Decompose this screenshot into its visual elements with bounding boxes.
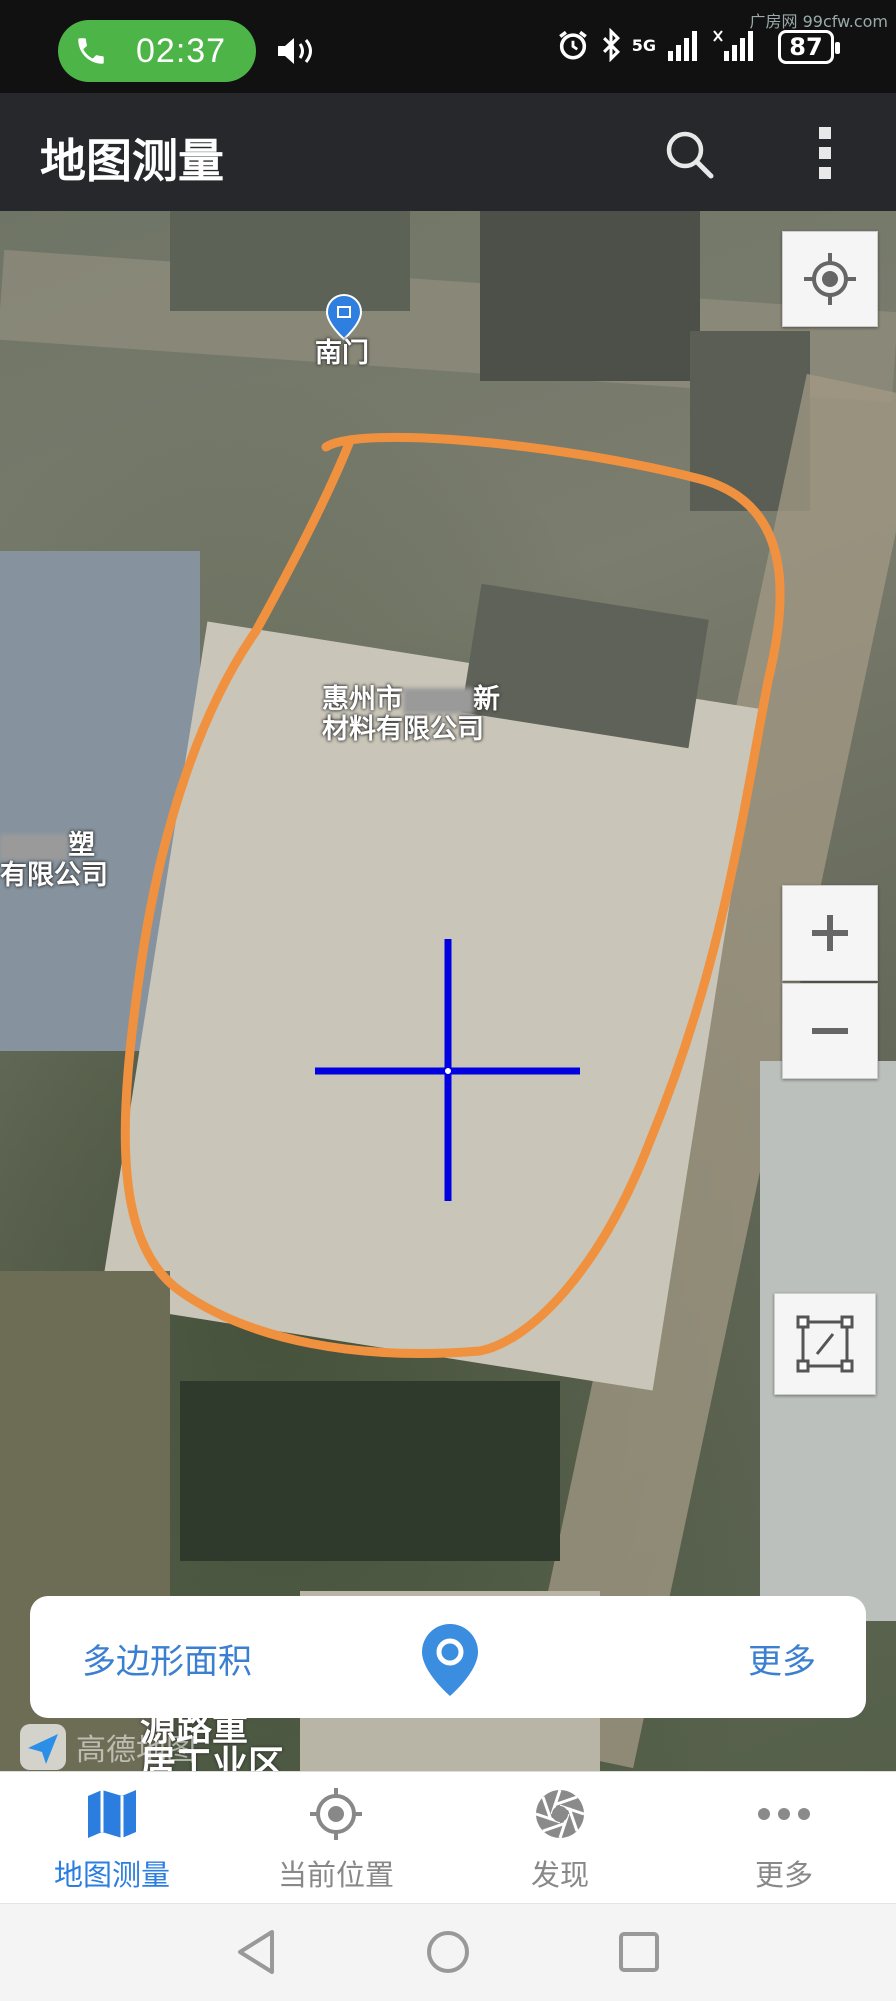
search-icon[interactable]	[662, 127, 716, 181]
phone-icon	[78, 38, 104, 64]
tab-label: 发现	[530, 1858, 589, 1892]
tab-label: 当前位置	[277, 1858, 394, 1892]
gps-target-icon	[804, 253, 856, 305]
status-bar: 02:37 5G 87 广房网 99cfw.com	[0, 0, 896, 93]
minus-icon	[812, 1028, 848, 1034]
company-poi-name: 惠州市	[322, 684, 403, 715]
map-provider-logo: 高德地图	[18, 1722, 196, 1772]
left-poi-name-line2: 有限公司	[0, 860, 108, 891]
tab-map-measure[interactable]: 地图测量	[0, 1772, 224, 1904]
zoom-out-button[interactable]	[782, 983, 878, 1079]
tab-label: 更多	[754, 1858, 813, 1892]
satellite-map[interactable]: 南门 惠州市新 材料有限公司 塑 有限公司 源路重 居工业区	[0, 211, 896, 1771]
network-type: 5G	[631, 35, 656, 55]
signal-2-icon	[713, 30, 753, 61]
gate-poi-label: 南门	[315, 338, 369, 369]
company-poi-suffix: 新	[473, 684, 500, 715]
tab-current-location[interactable]: 当前位置	[224, 1772, 448, 1904]
back-icon[interactable]	[234, 1928, 278, 1976]
bottom-tab-bar: 地图测量 当前位置 发现 更多	[0, 1771, 896, 1904]
blurred-redaction-left	[0, 833, 68, 860]
measure-mode-card: 多边形面积 更多	[30, 1596, 866, 1718]
draw-area-icon	[796, 1315, 854, 1373]
ongoing-call-pill[interactable]: 02:37	[58, 20, 256, 82]
tab-more[interactable]: 更多	[672, 1772, 896, 1904]
tab-label: 地图测量	[53, 1858, 170, 1892]
status-time: 02:37	[136, 31, 227, 70]
zoom-in-button[interactable]	[782, 885, 878, 981]
alarm-icon	[558, 30, 587, 60]
battery-level: 87	[789, 33, 823, 61]
home-icon[interactable]	[425, 1929, 471, 1975]
locate-button[interactable]	[782, 231, 878, 327]
discover-icon	[535, 1789, 585, 1839]
plus-icon	[812, 915, 848, 951]
left-poi-name: 塑	[68, 830, 95, 861]
map-provider-name: 高德地图	[76, 1733, 196, 1768]
measure-more-link[interactable]: 更多	[748, 1634, 816, 1683]
speaker-icon	[278, 38, 312, 64]
left-poi-label: 塑 有限公司	[0, 831, 108, 891]
recents-icon[interactable]	[618, 1931, 660, 1973]
map-icon	[88, 1790, 136, 1838]
center-crosshair	[315, 939, 580, 1201]
blurred-redaction	[403, 687, 473, 714]
measure-mode-label[interactable]: 多边形面积	[82, 1634, 252, 1683]
watermark: 广房网 99cfw.com	[749, 12, 888, 31]
tab-discover[interactable]: 发现	[448, 1772, 672, 1904]
company-poi-label: 惠州市 新 材料有限公司	[322, 685, 500, 745]
amap-logo-icon	[20, 1724, 66, 1770]
more-dots-icon	[758, 1808, 810, 1820]
overflow-menu-icon[interactable]	[812, 125, 838, 181]
signal-icon	[668, 31, 697, 61]
system-nav-bar	[0, 1903, 896, 2001]
location-pin-icon[interactable]	[418, 1622, 482, 1698]
battery-indicator: 87	[778, 30, 840, 64]
page-title: 地图测量	[40, 134, 224, 188]
measure-tool-button[interactable]	[774, 1293, 876, 1395]
bluetooth-icon	[602, 28, 620, 62]
gate-poi-icon[interactable]	[324, 293, 364, 341]
company-poi-name-line2: 材料有限公司	[322, 714, 484, 745]
locate-icon	[310, 1788, 362, 1840]
app-bar: 地图测量	[0, 93, 896, 211]
